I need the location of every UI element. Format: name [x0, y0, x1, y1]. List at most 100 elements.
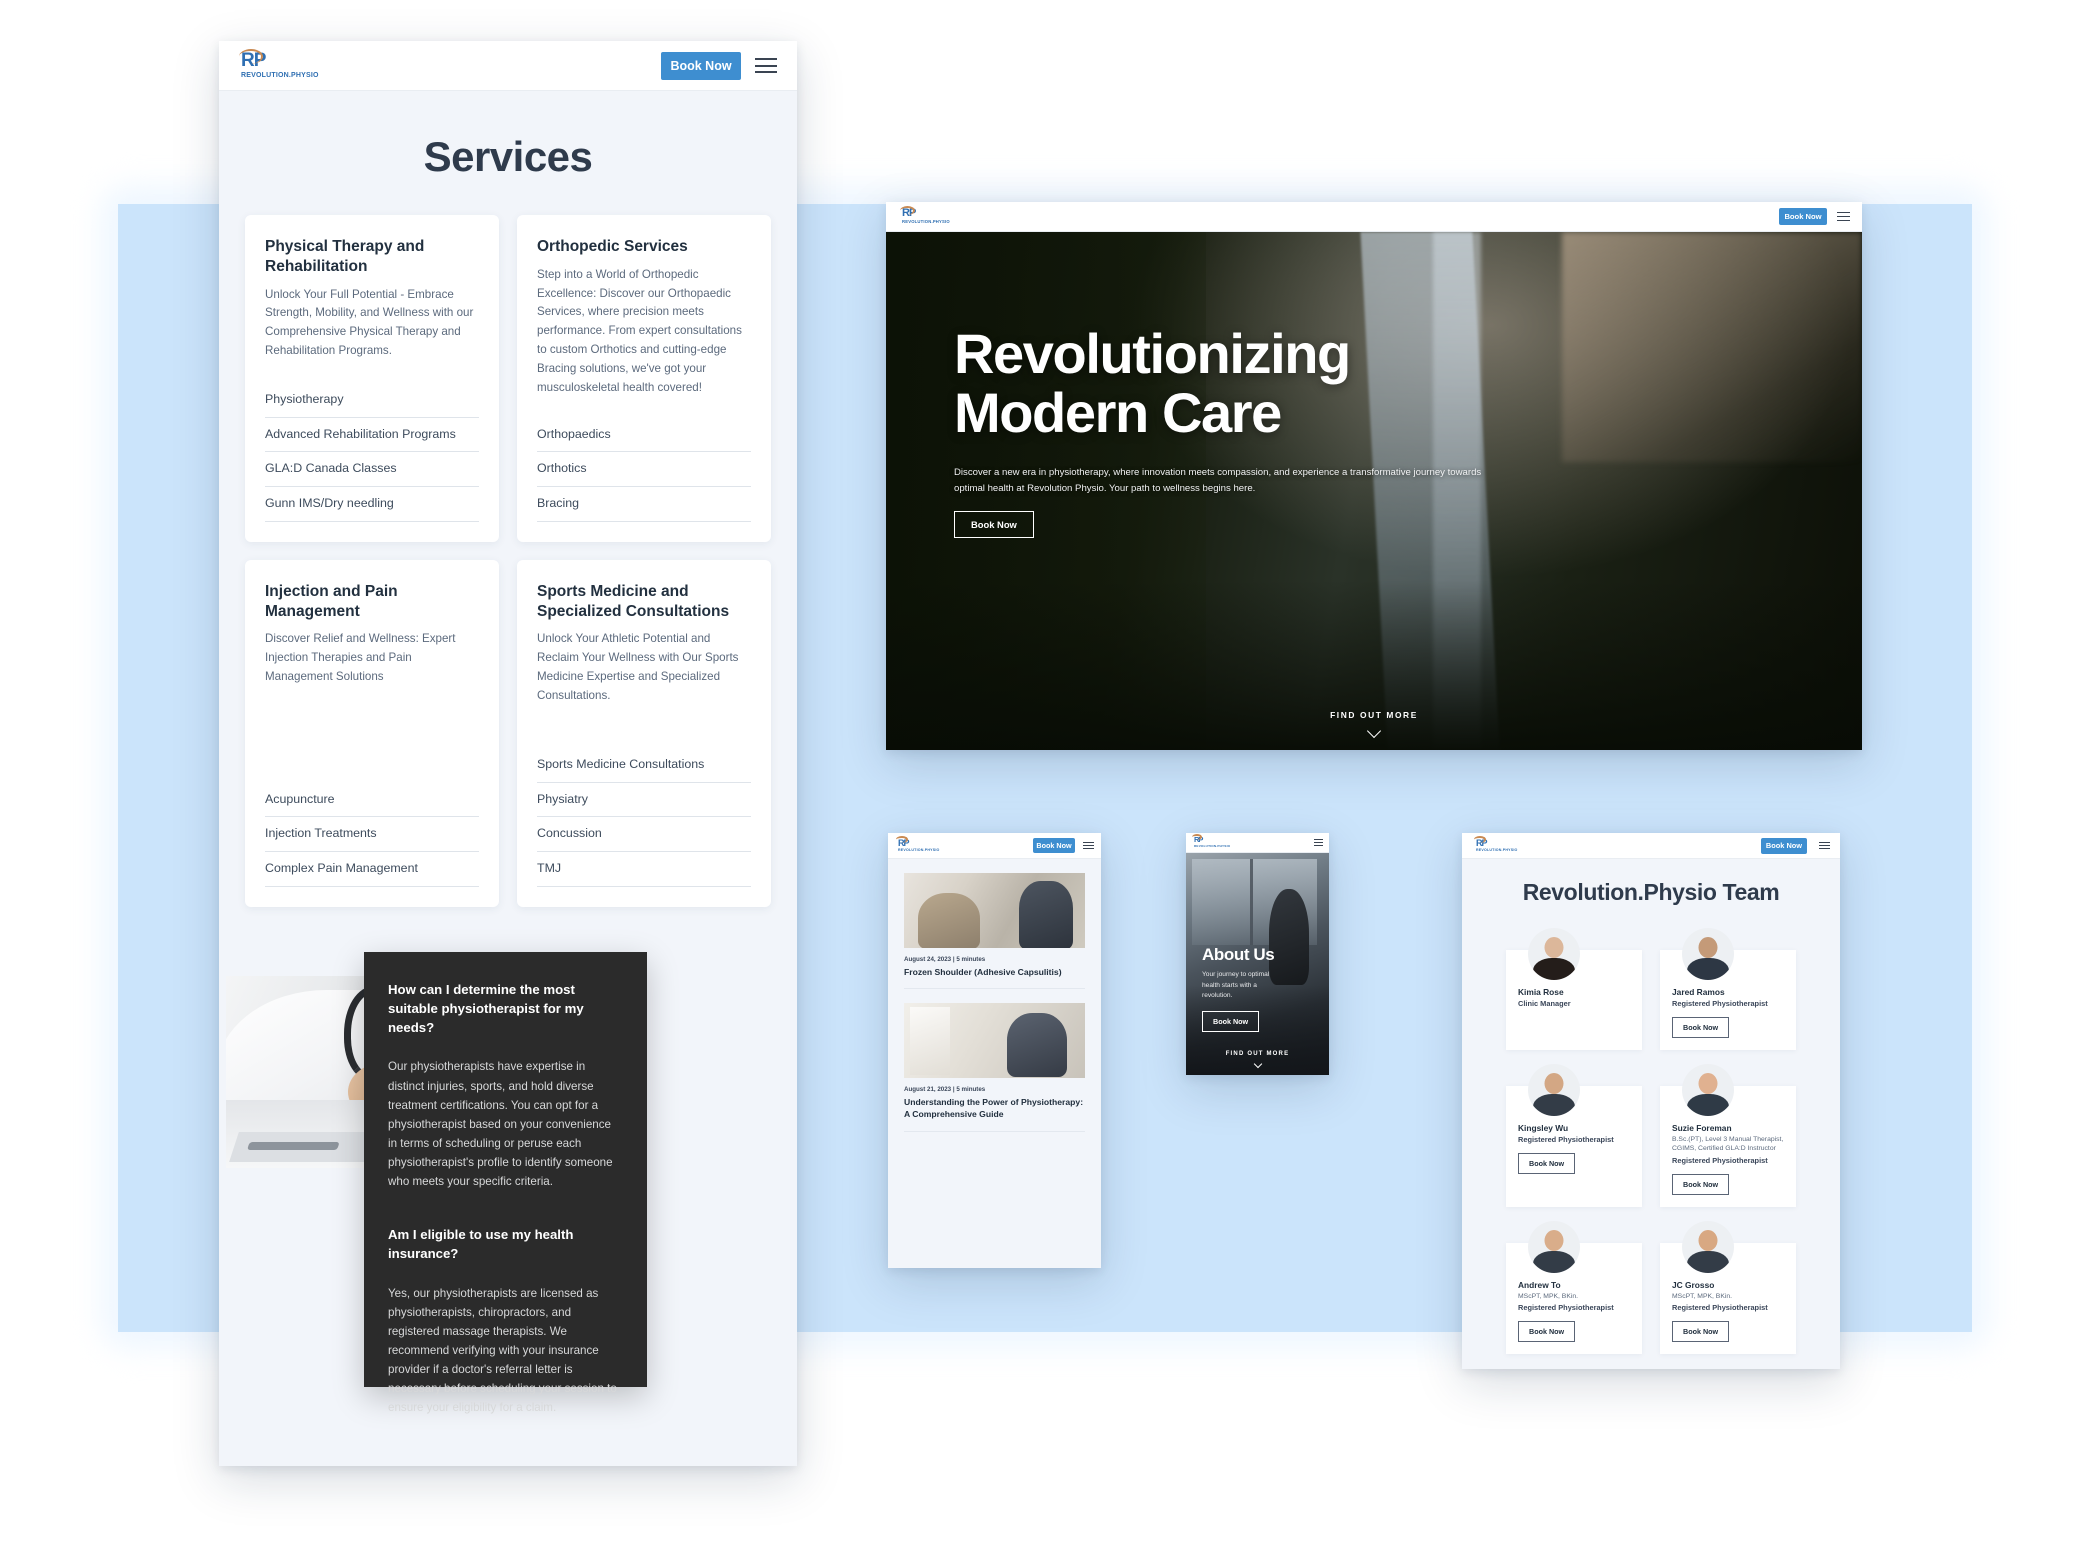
brand-logo[interactable]: RP REVOLUTION.PHYSIO — [239, 49, 319, 79]
team-member-card[interactable]: Andrew To MScPT, MPK, BKin. Registered P… — [1506, 1220, 1642, 1355]
blog-topbar: RP REVOLUTION.PHYSIO Book Now — [888, 833, 1101, 859]
avatar-body-shape — [1687, 1094, 1729, 1116]
hero-topbar: RP REVOLUTION.PHYSIO Book Now — [886, 202, 1862, 232]
hero-subtext: Discover a new era in physiotherapy, whe… — [954, 466, 1482, 495]
service-card[interactable]: Sports Medicine and Specialized Consulta… — [517, 559, 771, 907]
team-topbar: RP REVOLUTION.PHYSIO Book Now — [1462, 833, 1840, 859]
meta-separator: | — [952, 1086, 955, 1094]
hamburger-icon[interactable] — [1837, 212, 1850, 221]
blog-post-readtime: 5 minutes — [956, 956, 986, 963]
services-grid: Physical Therapy and Rehabilitation Unlo… — [219, 181, 797, 907]
team-grid: Kimia Rose Clinic Manager Jared Ramos Re… — [1462, 906, 1840, 1355]
about-background-image: About Us Your journey to optimal health … — [1186, 853, 1329, 1075]
blog-post-title[interactable]: Frozen Shoulder (Adhesive Capsulitis) — [904, 966, 1085, 978]
service-link[interactable]: Advanced Rehabilitation Programs — [265, 418, 479, 453]
avatar — [1528, 1064, 1580, 1116]
team-member-card[interactable]: Kimia Rose Clinic Manager — [1506, 928, 1642, 1050]
team-member-card[interactable]: Suzie Foreman B.Sc.(PT), Level 3 Manual … — [1660, 1064, 1796, 1207]
service-link[interactable]: GLA:D Canada Classes — [265, 452, 479, 487]
service-link[interactable]: Physiatry — [537, 783, 751, 818]
service-card-title: Sports Medicine and Specialized Consulta… — [537, 582, 730, 620]
avatar-head-shape — [1698, 1073, 1718, 1094]
blog-post-item[interactable]: August 24, 2023 | 5 minutes Frozen Shoul… — [904, 873, 1085, 990]
avatar-body-shape — [1533, 1250, 1575, 1273]
scroll-down-cue[interactable]: FIND OUT MORE — [886, 710, 1862, 739]
service-card-description: Unlock Your Full Potential - Embrace Str… — [265, 287, 474, 357]
avatar — [1682, 1220, 1734, 1273]
service-card[interactable]: Physical Therapy and Rehabilitation Unlo… — [245, 215, 499, 542]
book-now-button[interactable]: Book Now — [1518, 1153, 1576, 1174]
team-member-name: Suzie Foreman — [1672, 1123, 1732, 1133]
service-card-description: Discover Relief and Wellness: Expert Inj… — [265, 632, 456, 683]
service-link[interactable]: Sports Medicine Consultations — [537, 748, 751, 783]
page-title: Services — [423, 133, 593, 180]
services-topbar: RP REVOLUTION.PHYSIO Book Now — [219, 41, 797, 91]
avatar-body-shape — [1533, 1094, 1575, 1116]
blog-thumbnail — [904, 1003, 1085, 1079]
book-now-button[interactable]: Book Now — [1518, 1321, 1576, 1343]
hamburger-icon[interactable] — [1314, 839, 1323, 846]
hero-book-now-button[interactable]: Book Now — [954, 511, 1034, 539]
blog-post-date: August 21, 2023 — [904, 1086, 952, 1094]
team-member-name: JC Grosso — [1672, 1279, 1715, 1290]
brand-logo[interactable]: RP REVOLUTION.PHYSIO — [900, 205, 950, 224]
hero-background-image: Revolutionizing Modern Care Discover a n… — [886, 232, 1862, 750]
book-now-button[interactable]: Book Now — [661, 51, 741, 80]
service-card-title: Injection and Pain Management — [265, 582, 398, 620]
service-link-list: Acupuncture Injection Treatments Complex… — [265, 687, 479, 887]
service-card-title: Physical Therapy and Rehabilitation — [265, 238, 425, 275]
avatar-body-shape — [1687, 1250, 1729, 1273]
team-member-card[interactable]: JC Grosso MScPT, MPK, BKin. Registered P… — [1660, 1220, 1796, 1355]
about-heading: About Us — [1202, 945, 1275, 964]
service-link[interactable]: Bracing — [537, 487, 751, 522]
service-link[interactable]: Acupuncture — [265, 783, 479, 818]
logo-swoosh-icon — [900, 205, 915, 215]
brand-logo[interactable]: RP REVOLUTION.PHYSIO — [1192, 834, 1230, 848]
hero-heading-line-2: Modern Care — [954, 381, 1282, 445]
scroll-down-cue[interactable]: FIND OUT MORE — [1186, 1051, 1329, 1069]
brand-logo[interactable]: RP REVOLUTION.PHYSIO — [896, 836, 940, 852]
service-link[interactable]: Complex Pain Management — [265, 852, 479, 887]
hamburger-icon[interactable] — [1819, 841, 1830, 850]
team-member-credentials: MScPT, MPK, BKin. — [1518, 1292, 1579, 1300]
hamburger-icon[interactable] — [755, 58, 777, 73]
blog-post-title[interactable]: Understanding the Power of Physiotherapy… — [904, 1096, 1085, 1120]
team-member-card[interactable]: Kingsley Wu Registered Physiotherapist B… — [1506, 1064, 1642, 1207]
faq-question[interactable]: Am I eligible to use my health insurance… — [388, 1225, 623, 1263]
team-page-title: Revolution.Physio Team — [1522, 879, 1780, 905]
book-now-button[interactable]: Book Now — [1672, 1017, 1730, 1038]
blog-post-item[interactable]: August 21, 2023 | 5 minutes Understandin… — [904, 1003, 1085, 1132]
hero-content: Revolutionizing Modern Care Discover a n… — [886, 324, 1862, 539]
faq-question[interactable]: How can I determine the most suitable ph… — [388, 980, 623, 1037]
scroll-down-label: FIND OUT MORE — [1225, 1051, 1290, 1057]
team-member-role: Clinic Manager — [1518, 999, 1571, 1008]
avatar — [1682, 928, 1734, 980]
team-member-credentials: MScPT, MPK, BKin. — [1672, 1292, 1733, 1300]
logo-wordmark: REVOLUTION.PHYSIO — [241, 71, 319, 79]
service-link[interactable]: Orthopaedics — [537, 418, 751, 453]
service-link[interactable]: Physiotherapy — [265, 383, 479, 418]
brand-logo[interactable]: RP REVOLUTION.PHYSIO — [1474, 836, 1518, 852]
book-now-button[interactable]: Book Now — [1033, 838, 1075, 853]
service-link[interactable]: Concussion — [537, 817, 751, 853]
hero-heading: Revolutionizing Modern Care — [954, 324, 1794, 443]
service-link-list: Orthopaedics Orthotics Bracing — [537, 402, 751, 522]
book-now-button[interactable]: Book Now — [1761, 837, 1807, 854]
hamburger-icon[interactable] — [1083, 841, 1094, 850]
service-link-list: Sports Medicine Consultations Physiatry … — [537, 732, 751, 887]
team-member-card[interactable]: Jared Ramos Registered Physiotherapist B… — [1660, 928, 1796, 1050]
book-now-button[interactable]: Book Now — [1672, 1173, 1730, 1195]
service-link[interactable]: Injection Treatments — [265, 817, 479, 853]
service-card-description: Step into a World of Orthopedic Excellen… — [537, 267, 742, 394]
avatar-body-shape — [1533, 958, 1575, 980]
about-page-mockup: RP REVOLUTION.PHYSIO About Us Your journ… — [1186, 833, 1329, 1075]
avatar — [1528, 928, 1580, 980]
service-link[interactable]: TMJ — [537, 852, 751, 887]
service-link[interactable]: Orthotics — [537, 452, 751, 487]
book-now-button[interactable]: Book Now — [1779, 208, 1827, 225]
about-book-now-button[interactable]: Book Now — [1202, 1011, 1260, 1033]
service-card[interactable]: Injection and Pain Management Discover R… — [245, 559, 499, 907]
book-now-button[interactable]: Book Now — [1672, 1321, 1730, 1343]
service-link[interactable]: Gunn IMS/Dry needling — [265, 487, 479, 522]
service-card[interactable]: Orthopedic Services Step into a World of… — [517, 215, 771, 542]
